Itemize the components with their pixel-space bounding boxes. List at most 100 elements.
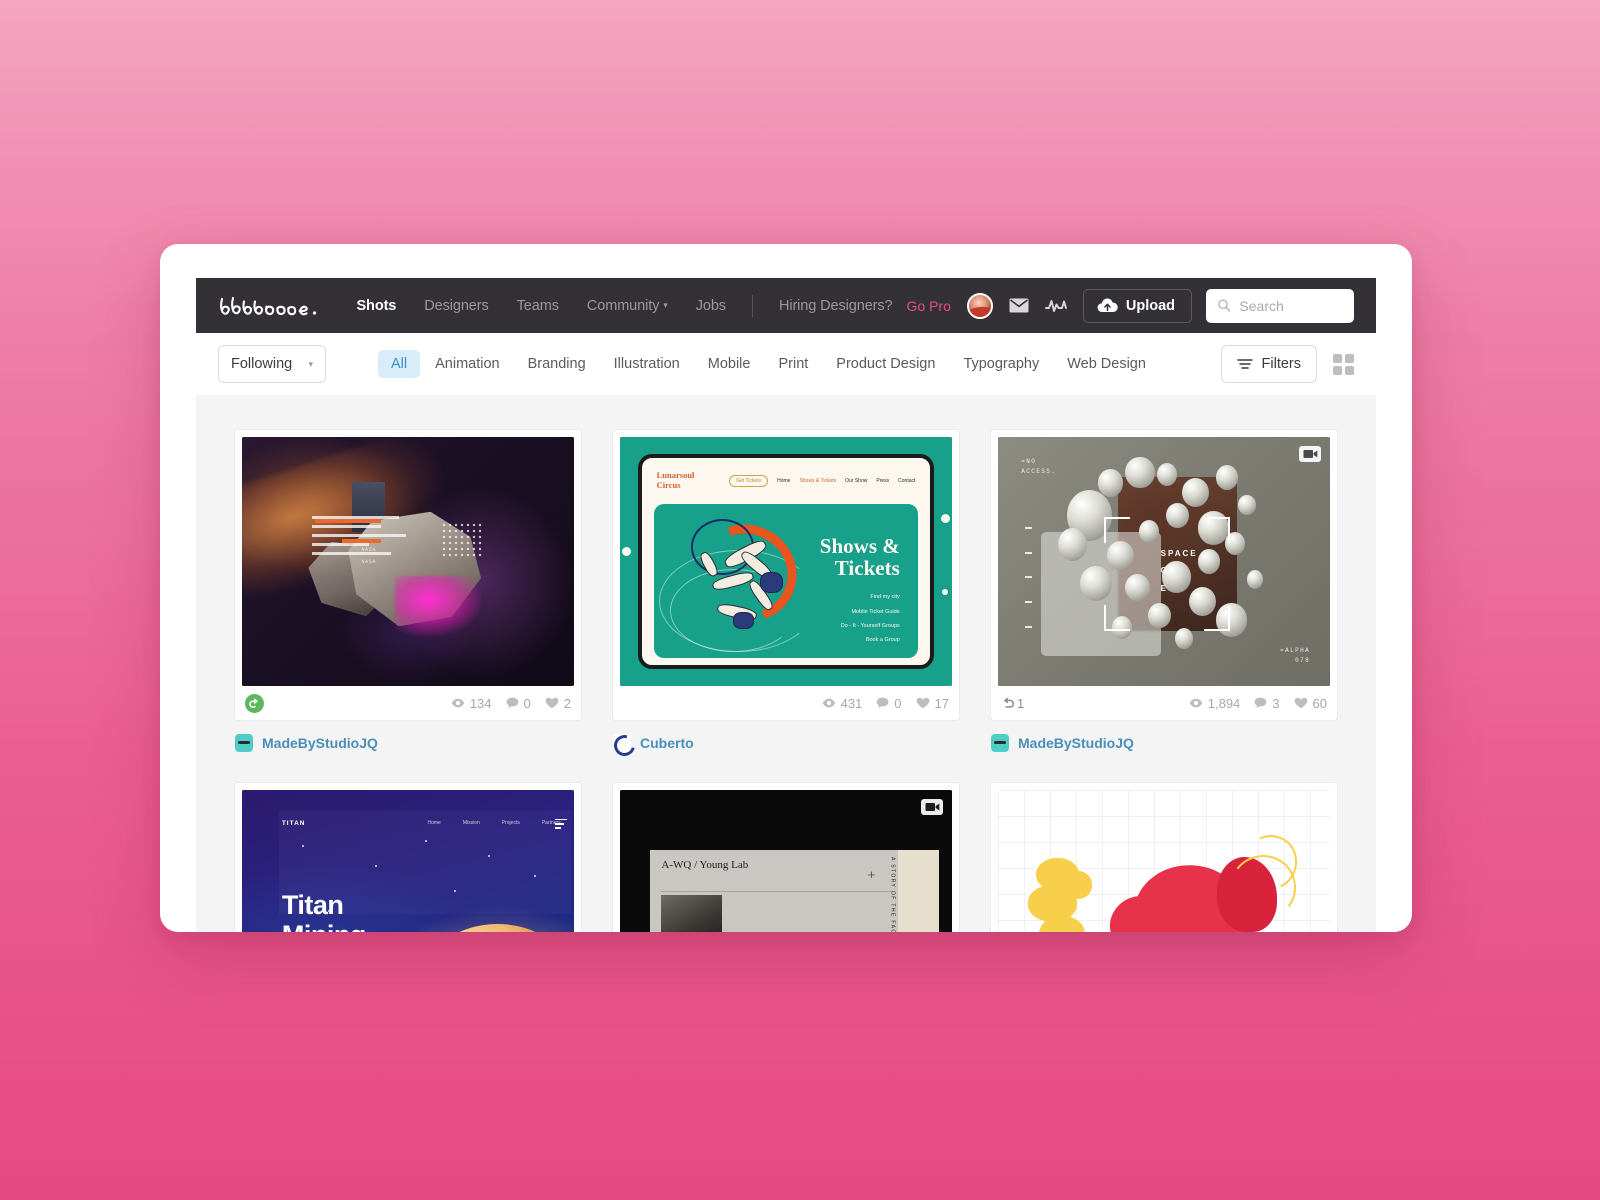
- artwork-title: A-WQ / Young Lab: [661, 859, 749, 872]
- following-dropdown[interactable]: Following ▾: [218, 345, 326, 383]
- nav-link-jobs[interactable]: Jobs: [682, 298, 740, 314]
- tab-all[interactable]: All: [378, 350, 421, 378]
- video-badge-icon: [1299, 446, 1321, 462]
- shot-artwork-space: =NO ACCESS. =ALPHA 078 SPACE G E: [998, 437, 1330, 686]
- views-count: 1,894: [1207, 695, 1241, 711]
- shot-artwork-titan: TITAN Home Mission Projects Partners Tit…: [242, 790, 574, 932]
- artwork-menu-item: Contact: [898, 478, 916, 485]
- author-name[interactable]: Cuberto: [640, 735, 694, 751]
- mail-icon[interactable]: [1009, 298, 1029, 313]
- shot-card[interactable]: NASA NASA 134 0 2: [234, 429, 582, 721]
- views-count: 134: [469, 695, 492, 711]
- shot-item[interactable]: =NO ACCESS. =ALPHA 078 SPACE G E 1 1,894…: [990, 429, 1338, 752]
- shot-author[interactable]: MadeByStudioJQ: [990, 734, 1338, 752]
- shot-author[interactable]: MadeByStudioJQ: [234, 734, 582, 752]
- tab-product-design[interactable]: Product Design: [823, 350, 948, 378]
- artwork-vertical-label: A STORY OF THE FACE: [889, 857, 896, 932]
- search-input[interactable]: [1239, 297, 1342, 314]
- comments-stat: 0: [876, 696, 902, 711]
- nav-link-shots[interactable]: Shots: [342, 298, 410, 314]
- grid-cell: [1333, 353, 1342, 363]
- tab-illustration[interactable]: Illustration: [601, 350, 693, 378]
- shot-item[interactable]: NASA NASA 134 0 2 MadeByStudioJQ: [234, 429, 582, 752]
- shot-thumbnail[interactable]: Lunarsoul Circus Get Tickets Home Shows …: [620, 437, 952, 686]
- shot-item[interactable]: TITAN Home Mission Projects Partners Tit…: [234, 782, 582, 932]
- shot-card[interactable]: Lunarsoul Circus Get Tickets Home Shows …: [612, 429, 960, 721]
- dribbble-logo[interactable]: [218, 293, 324, 319]
- likes-stat: 17: [916, 696, 949, 711]
- shot-item[interactable]: A-WQ / Young Lab ALL STORIES A S: [612, 782, 960, 932]
- grid-cell: [1345, 353, 1354, 363]
- shot-artwork-cosmic: NASA NASA: [242, 437, 574, 686]
- upload-button[interactable]: Upload: [1082, 288, 1192, 323]
- nav-link-community[interactable]: Community ▾: [573, 298, 682, 314]
- shot-item[interactable]: [990, 782, 1338, 932]
- upload-button-label: Upload: [1125, 297, 1175, 314]
- go-pro-link[interactable]: Go Pro: [907, 298, 951, 314]
- artwork-heading-line2: Mining: [282, 920, 366, 932]
- filter-bar: Following ▾ All Animation Branding Illus…: [196, 333, 1376, 395]
- nav-link-teams[interactable]: Teams: [503, 298, 573, 314]
- cloud-upload-icon: [1097, 298, 1118, 312]
- bracket-icon: [1204, 516, 1231, 543]
- artwork-title-line1: Shows &: [819, 533, 900, 558]
- rebound-icon: [1004, 697, 1014, 708]
- filter-bar-right: Filters: [1220, 345, 1354, 383]
- filters-button[interactable]: Filters: [1220, 345, 1317, 383]
- shot-thumbnail[interactable]: TITAN Home Mission Projects Partners Tit…: [242, 790, 574, 932]
- artwork-link: Mobile Ticket Guide: [851, 608, 900, 615]
- shot-thumbnail[interactable]: NASA NASA: [242, 437, 574, 686]
- comments-stat: 0: [506, 696, 531, 711]
- nav-link-hiring-label: Hiring Designers?: [778, 297, 893, 314]
- shot-card[interactable]: TITAN Home Mission Projects Partners Tit…: [234, 782, 582, 932]
- avatar[interactable]: [966, 292, 993, 319]
- artwork-menu-item: Home: [777, 478, 791, 485]
- nav-link-teams-label: Teams: [516, 297, 559, 314]
- eye-icon: [822, 698, 835, 708]
- navbar-right: Go Pro Upload Search: [907, 288, 1363, 323]
- tab-web-design[interactable]: Web Design: [1054, 350, 1159, 378]
- comments-count: 3: [1272, 695, 1280, 711]
- nav-link-designers[interactable]: Designers: [410, 298, 502, 314]
- grid-view-toggle[interactable]: [1333, 353, 1354, 375]
- search-box[interactable]: [1206, 288, 1354, 323]
- tab-animation[interactable]: Animation: [422, 350, 512, 378]
- artwork-menu-item: Shows & Tickets: [799, 478, 837, 485]
- artwork-brand: TITAN: [281, 819, 306, 827]
- author-name[interactable]: MadeByStudioJQ: [262, 735, 378, 751]
- views-stat: 1,894: [1189, 695, 1241, 711]
- shot-stats: 1,894 3 60: [1189, 696, 1327, 711]
- shot-artwork-circus: Lunarsoul Circus Get Tickets Home Shows …: [620, 437, 952, 686]
- artwork-link: Book a Group: [865, 637, 900, 644]
- bracket-icon: [1104, 516, 1131, 543]
- grid-cell: [1345, 365, 1354, 375]
- shot-meta: 134 0 2: [242, 686, 574, 720]
- artwork-menu-item: Get Tickets: [729, 475, 769, 488]
- likes-count: 60: [1312, 695, 1327, 711]
- comment-icon: [1254, 697, 1267, 709]
- filters-button-label: Filters: [1261, 356, 1301, 372]
- browser-viewport: Shots Designers Teams Community ▾ Jobs Hi…: [196, 278, 1376, 932]
- shot-card[interactable]: [990, 782, 1338, 932]
- tab-branding[interactable]: Branding: [515, 350, 599, 378]
- shot-card[interactable]: =NO ACCESS. =ALPHA 078 SPACE G E 1 1,894…: [990, 429, 1338, 721]
- category-tabs: All Animation Branding Illustration Mobi…: [378, 350, 1159, 378]
- artwork-label: NASA: [361, 559, 376, 565]
- shot-thumbnail[interactable]: [998, 790, 1330, 932]
- comments-count: 0: [523, 695, 531, 711]
- author-name[interactable]: MadeByStudioJQ: [1018, 735, 1134, 751]
- shot-author[interactable]: Cuberto: [612, 734, 960, 752]
- tab-mobile[interactable]: Mobile: [695, 350, 764, 378]
- nav-link-hiring-designers[interactable]: Hiring Designers?: [765, 298, 907, 314]
- shot-thumbnail[interactable]: =NO ACCESS. =ALPHA 078 SPACE G E: [998, 437, 1330, 686]
- tab-print[interactable]: Print: [765, 350, 821, 378]
- artwork-title: G: [1160, 566, 1169, 576]
- shot-meta: 1 1,894 3 60: [998, 686, 1330, 720]
- tab-typography[interactable]: Typography: [950, 350, 1052, 378]
- chevron-down-icon: ▾: [308, 358, 313, 369]
- shot-item[interactable]: Lunarsoul Circus Get Tickets Home Shows …: [612, 429, 960, 752]
- author-avatar: [235, 734, 253, 752]
- shot-thumbnail[interactable]: A-WQ / Young Lab ALL STORIES A S: [620, 790, 952, 932]
- shot-card[interactable]: A-WQ / Young Lab ALL STORIES A S: [612, 782, 960, 932]
- activity-icon[interactable]: [1044, 298, 1067, 313]
